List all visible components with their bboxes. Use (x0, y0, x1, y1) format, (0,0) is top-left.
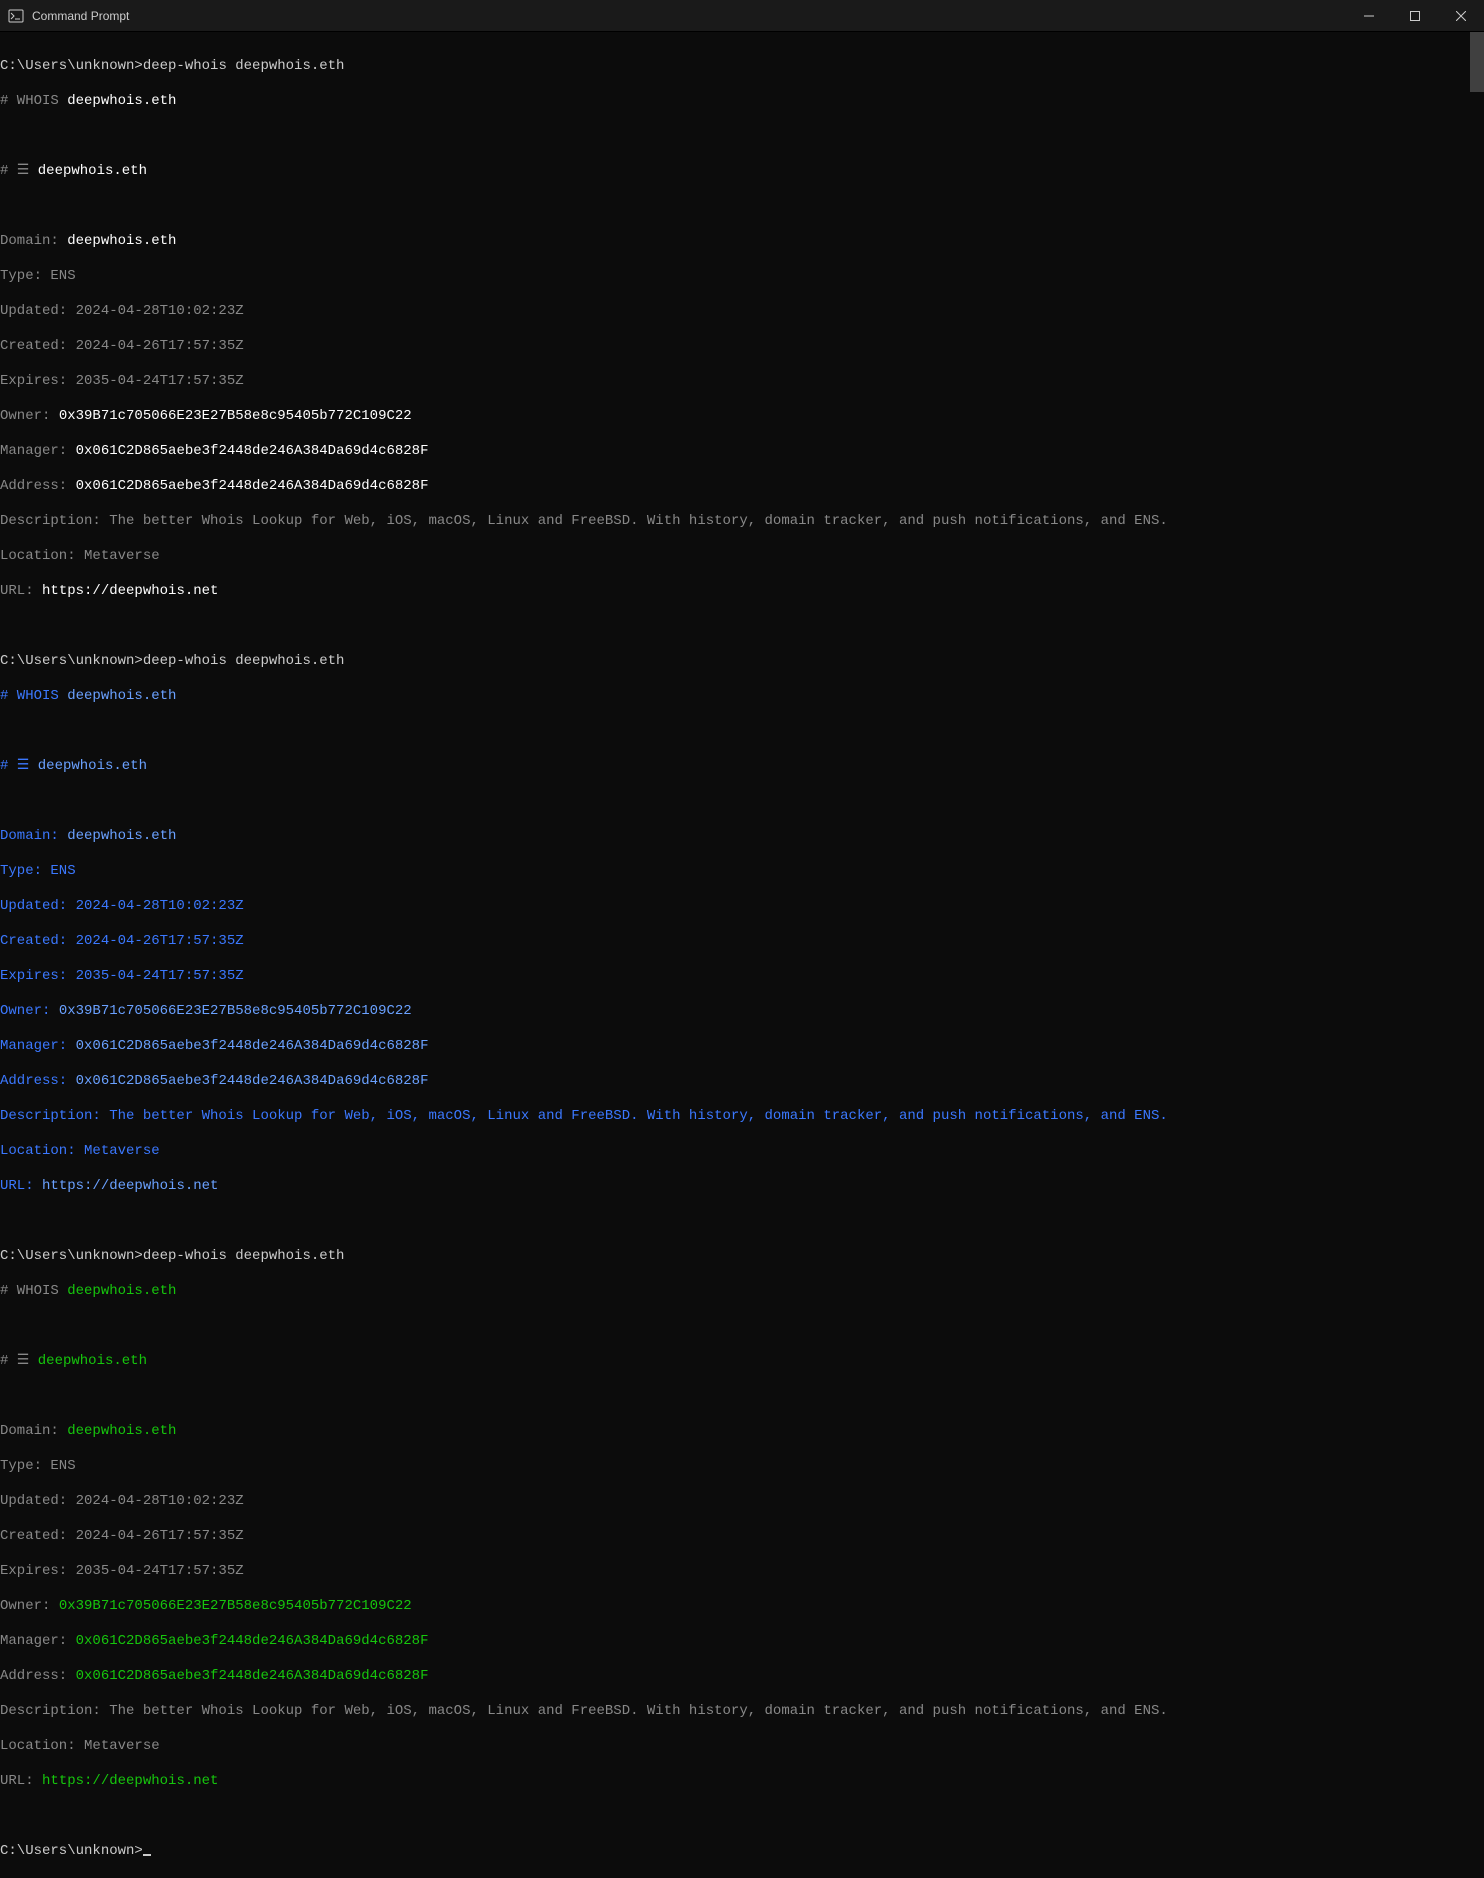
titlebar: Command Prompt (0, 0, 1484, 32)
terminal-output[interactable]: C:\Users\unknown>deep-whois deepwhois.et… (0, 32, 1484, 1878)
updated-line-green: Updated: 2024-04-28T10:02:23Z (0, 1493, 1484, 1511)
domain-value-green: deepwhois.eth (67, 1423, 176, 1439)
titlebar-left: Command Prompt (0, 8, 129, 24)
prompt: C:\Users\unknown> (0, 653, 143, 669)
manager-value-blue: 0x061C2D865aebe3f2448de246A384Da69d4c682… (76, 1038, 429, 1054)
created-line-blue: Created: 2024-04-26T17:57:35Z (0, 933, 1484, 951)
url-value: https://deepwhois.net (42, 583, 218, 599)
type-line-green: Type: ENS (0, 1458, 1484, 1476)
window-controls (1346, 0, 1484, 31)
whois-header-domain-green: deepwhois.eth (67, 1283, 176, 1299)
terminal-icon (8, 8, 24, 24)
whois-header-label: # WHOIS (0, 93, 67, 109)
address-value: 0x061C2D865aebe3f2448de246A384Da69d4c682… (76, 478, 429, 494)
expires-line-blue: Expires: 2035-04-24T17:57:35Z (0, 968, 1484, 986)
owner-label-green: Owner: (0, 1598, 59, 1614)
flag-label: # ☰ (0, 163, 38, 179)
flag-domain-blue: deepwhois.eth (38, 758, 147, 774)
manager-label-green: Manager: (0, 1633, 76, 1649)
manager-value-green: 0x061C2D865aebe3f2448de246A384Da69d4c682… (76, 1633, 429, 1649)
cursor (143, 1854, 151, 1856)
url-value-blue: https://deepwhois.net (42, 1178, 218, 1194)
manager-label: Manager: (0, 443, 76, 459)
flag-domain: deepwhois.eth (38, 163, 147, 179)
type-line: Type: ENS (0, 268, 1484, 286)
scrollbar-track[interactable] (1470, 32, 1484, 1098)
command: deep-whois deepwhois.eth (143, 1248, 345, 1264)
command: deep-whois deepwhois.eth (143, 58, 345, 74)
minimize-button[interactable] (1346, 0, 1392, 31)
window-title: Command Prompt (32, 9, 129, 23)
location-line: Location: Metaverse (0, 548, 1484, 566)
url-label-blue: URL: (0, 1178, 42, 1194)
description-line-blue: Description: The better Whois Lookup for… (0, 1108, 1484, 1126)
address-label-green: Address: (0, 1668, 76, 1684)
description-line: Description: The better Whois Lookup for… (0, 513, 1484, 531)
prompt-final: C:\Users\unknown> (0, 1843, 143, 1859)
whois-header-domain: deepwhois.eth (67, 93, 176, 109)
owner-value: 0x39B71c705066E23E27B58e8c95405b772C109C… (59, 408, 412, 424)
command: deep-whois deepwhois.eth (143, 653, 345, 669)
address-label: Address: (0, 478, 76, 494)
created-line: Created: 2024-04-26T17:57:35Z (0, 338, 1484, 356)
prompt: C:\Users\unknown> (0, 1248, 143, 1264)
location-line-blue: Location: Metaverse (0, 1143, 1484, 1161)
type-line-blue: Type: ENS (0, 863, 1484, 881)
manager-label-blue: Manager: (0, 1038, 76, 1054)
whois-header-domain-blue: deepwhois.eth (67, 688, 176, 704)
url-label-green: URL: (0, 1773, 42, 1789)
domain-value-blue: deepwhois.eth (67, 828, 176, 844)
owner-value-blue: 0x39B71c705066E23E27B58e8c95405b772C109C… (59, 1003, 412, 1019)
whois-header-label-blue: # WHOIS (0, 688, 67, 704)
expires-line: Expires: 2035-04-24T17:57:35Z (0, 373, 1484, 391)
owner-label-blue: Owner: (0, 1003, 59, 1019)
prompt: C:\Users\unknown> (0, 58, 143, 74)
domain-label: Domain: (0, 233, 67, 249)
updated-line-blue: Updated: 2024-04-28T10:02:23Z (0, 898, 1484, 916)
location-line-green: Location: Metaverse (0, 1738, 1484, 1756)
description-line-green: Description: The better Whois Lookup for… (0, 1703, 1484, 1721)
updated-line: Updated: 2024-04-28T10:02:23Z (0, 303, 1484, 321)
whois-header-label-green: # WHOIS (0, 1283, 67, 1299)
address-value-blue: 0x061C2D865aebe3f2448de246A384Da69d4c682… (76, 1073, 429, 1089)
domain-label-blue: Domain: (0, 828, 67, 844)
flag-label-blue: # ☰ (0, 758, 38, 774)
scrollbar-thumb[interactable] (1470, 32, 1484, 92)
flag-domain-green: deepwhois.eth (38, 1353, 147, 1369)
close-button[interactable] (1438, 0, 1484, 31)
url-label: URL: (0, 583, 42, 599)
manager-value: 0x061C2D865aebe3f2448de246A384Da69d4c682… (76, 443, 429, 459)
owner-value-green: 0x39B71c705066E23E27B58e8c95405b772C109C… (59, 1598, 412, 1614)
flag-label-green: # ☰ (0, 1353, 38, 1369)
maximize-button[interactable] (1392, 0, 1438, 31)
address-label-blue: Address: (0, 1073, 76, 1089)
address-value-green: 0x061C2D865aebe3f2448de246A384Da69d4c682… (76, 1668, 429, 1684)
owner-label: Owner: (0, 408, 59, 424)
domain-label-green: Domain: (0, 1423, 67, 1439)
created-line-green: Created: 2024-04-26T17:57:35Z (0, 1528, 1484, 1546)
domain-value: deepwhois.eth (67, 233, 176, 249)
expires-line-green: Expires: 2035-04-24T17:57:35Z (0, 1563, 1484, 1581)
url-value-green: https://deepwhois.net (42, 1773, 218, 1789)
